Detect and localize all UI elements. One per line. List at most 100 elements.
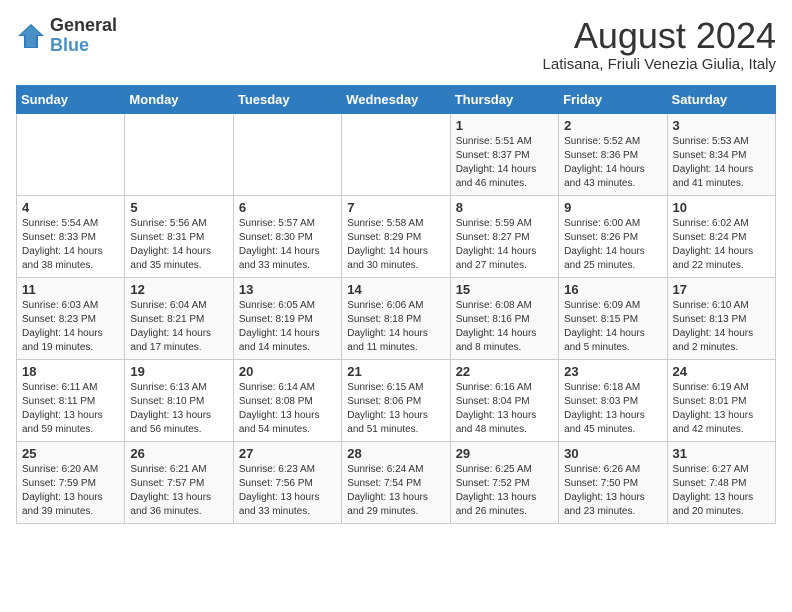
- calendar-cell: 17 Sunrise: 6:10 AM Sunset: 8:13 PM Dayli…: [667, 277, 775, 359]
- calendar-cell: 26 Sunrise: 6:21 AM Sunset: 7:57 PM Dayli…: [125, 441, 233, 523]
- day-info: Sunrise: 5:51 AM Sunset: 8:37 PM Dayligh…: [456, 135, 553, 191]
- calendar-week-row: 11 Sunrise: 6:03 AM Sunset: 8:23 PM Dayli…: [17, 277, 776, 359]
- calendar-cell: 24 Sunrise: 6:19 AM Sunset: 8:01 PM Dayli…: [667, 359, 775, 441]
- day-info: Sunrise: 6:20 AM Sunset: 7:59 PM Dayligh…: [22, 463, 119, 519]
- day-info: Sunrise: 6:24 AM Sunset: 7:54 PM Dayligh…: [347, 463, 444, 519]
- day-info: Sunrise: 5:59 AM Sunset: 8:27 PM Dayligh…: [456, 217, 553, 273]
- calendar-col-saturday: Saturday: [667, 85, 775, 113]
- calendar-cell: 12 Sunrise: 6:04 AM Sunset: 8:21 PM Dayli…: [125, 277, 233, 359]
- day-info: Sunrise: 6:19 AM Sunset: 8:01 PM Dayligh…: [673, 381, 770, 437]
- day-number: 17: [673, 282, 770, 297]
- calendar-cell: 21Sunrise: 6:15 AM Sunset: 8:06 PM Dayli…: [342, 359, 450, 441]
- day-number: 4: [22, 200, 119, 215]
- day-number: 22: [456, 364, 553, 379]
- logo-blue: Blue: [50, 35, 89, 55]
- day-info: Sunrise: 6:11 AM Sunset: 8:11 PM Dayligh…: [22, 381, 119, 437]
- calendar-cell: 31 Sunrise: 6:27 AM Sunset: 7:48 PM Dayli…: [667, 441, 775, 523]
- logo: General Blue: [16, 16, 117, 56]
- calendar-cell: 13 Sunrise: 6:05 AM Sunset: 8:19 PM Dayli…: [233, 277, 341, 359]
- day-number: 28: [347, 446, 444, 461]
- day-number: 14: [347, 282, 444, 297]
- day-info: Sunrise: 5:56 AM Sunset: 8:31 PM Dayligh…: [130, 217, 227, 273]
- day-info: Sunrise: 6:13 AM Sunset: 8:10 PM Dayligh…: [130, 381, 227, 437]
- day-number: 31: [673, 446, 770, 461]
- day-info: Sunrise: 6:10 AM Sunset: 8:13 PM Dayligh…: [673, 299, 770, 355]
- location-subtitle: Latisana, Friuli Venezia Giulia, Italy: [543, 56, 776, 73]
- day-number: 30: [564, 446, 661, 461]
- calendar-cell: 16 Sunrise: 6:09 AM Sunset: 8:15 PM Dayli…: [559, 277, 667, 359]
- calendar-week-row: 18Sunrise: 6:11 AM Sunset: 8:11 PM Dayli…: [17, 359, 776, 441]
- month-year-title: August 2024: [543, 16, 776, 56]
- day-info: Sunrise: 6:02 AM Sunset: 8:24 PM Dayligh…: [673, 217, 770, 273]
- day-info: Sunrise: 5:58 AM Sunset: 8:29 PM Dayligh…: [347, 217, 444, 273]
- day-info: Sunrise: 5:53 AM Sunset: 8:34 PM Dayligh…: [673, 135, 770, 191]
- calendar-cell: 7Sunrise: 5:58 AM Sunset: 8:29 PM Daylig…: [342, 195, 450, 277]
- day-info: Sunrise: 6:00 AM Sunset: 8:26 PM Dayligh…: [564, 217, 661, 273]
- day-info: Sunrise: 6:09 AM Sunset: 8:15 PM Dayligh…: [564, 299, 661, 355]
- day-number: 27: [239, 446, 336, 461]
- day-info: Sunrise: 5:57 AM Sunset: 8:30 PM Dayligh…: [239, 217, 336, 273]
- calendar-cell: 1 Sunrise: 5:51 AM Sunset: 8:37 PM Daylig…: [450, 113, 558, 195]
- day-info: Sunrise: 6:03 AM Sunset: 8:23 PM Dayligh…: [22, 299, 119, 355]
- calendar-cell: 2Sunrise: 5:52 AM Sunset: 8:36 PM Daylig…: [559, 113, 667, 195]
- day-number: 13: [239, 282, 336, 297]
- calendar-col-sunday: Sunday: [17, 85, 125, 113]
- calendar-cell: [125, 113, 233, 195]
- day-info: Sunrise: 5:54 AM Sunset: 8:33 PM Dayligh…: [22, 217, 119, 273]
- day-number: 12: [130, 282, 227, 297]
- calendar-col-thursday: Thursday: [450, 85, 558, 113]
- title-block: August 2024 Latisana, Friuli Venezia Giu…: [543, 16, 776, 73]
- calendar-cell: 4 Sunrise: 5:54 AM Sunset: 8:33 PM Daylig…: [17, 195, 125, 277]
- calendar-cell: 8Sunrise: 5:59 AM Sunset: 8:27 PM Daylig…: [450, 195, 558, 277]
- day-number: 2: [564, 118, 661, 133]
- logo-icon: [16, 22, 46, 50]
- day-info: Sunrise: 6:21 AM Sunset: 7:57 PM Dayligh…: [130, 463, 227, 519]
- calendar-cell: 15Sunrise: 6:08 AM Sunset: 8:16 PM Dayli…: [450, 277, 558, 359]
- calendar-cell: 5 Sunrise: 5:56 AM Sunset: 8:31 PM Daylig…: [125, 195, 233, 277]
- calendar-cell: 20Sunrise: 6:14 AM Sunset: 8:08 PM Dayli…: [233, 359, 341, 441]
- calendar-week-row: 1 Sunrise: 5:51 AM Sunset: 8:37 PM Daylig…: [17, 113, 776, 195]
- day-info: Sunrise: 6:14 AM Sunset: 8:08 PM Dayligh…: [239, 381, 336, 437]
- calendar-cell: 3 Sunrise: 5:53 AM Sunset: 8:34 PM Daylig…: [667, 113, 775, 195]
- day-number: 25: [22, 446, 119, 461]
- calendar-cell: 6 Sunrise: 5:57 AM Sunset: 8:30 PM Daylig…: [233, 195, 341, 277]
- calendar-cell: 18Sunrise: 6:11 AM Sunset: 8:11 PM Dayli…: [17, 359, 125, 441]
- calendar-week-row: 25 Sunrise: 6:20 AM Sunset: 7:59 PM Dayli…: [17, 441, 776, 523]
- calendar-cell: [17, 113, 125, 195]
- day-number: 5: [130, 200, 227, 215]
- day-number: 19: [130, 364, 227, 379]
- day-number: 24: [673, 364, 770, 379]
- day-info: Sunrise: 6:06 AM Sunset: 8:18 PM Dayligh…: [347, 299, 444, 355]
- day-info: Sunrise: 6:27 AM Sunset: 7:48 PM Dayligh…: [673, 463, 770, 519]
- day-number: 16: [564, 282, 661, 297]
- day-number: 10: [673, 200, 770, 215]
- calendar-cell: 28 Sunrise: 6:24 AM Sunset: 7:54 PM Dayli…: [342, 441, 450, 523]
- day-number: 6: [239, 200, 336, 215]
- calendar-col-friday: Friday: [559, 85, 667, 113]
- calendar-cell: 30Sunrise: 6:26 AM Sunset: 7:50 PM Dayli…: [559, 441, 667, 523]
- page-header: General Blue August 2024 Latisana, Friul…: [16, 16, 776, 73]
- day-number: 15: [456, 282, 553, 297]
- calendar-header-row: SundayMondayTuesdayWednesdayThursdayFrid…: [17, 85, 776, 113]
- day-info: Sunrise: 6:04 AM Sunset: 8:21 PM Dayligh…: [130, 299, 227, 355]
- day-number: 26: [130, 446, 227, 461]
- day-number: 9: [564, 200, 661, 215]
- calendar-cell: 22 Sunrise: 6:16 AM Sunset: 8:04 PM Dayli…: [450, 359, 558, 441]
- day-number: 1: [456, 118, 553, 133]
- day-number: 29: [456, 446, 553, 461]
- day-info: Sunrise: 6:16 AM Sunset: 8:04 PM Dayligh…: [456, 381, 553, 437]
- day-info: Sunrise: 6:05 AM Sunset: 8:19 PM Dayligh…: [239, 299, 336, 355]
- calendar-cell: 19 Sunrise: 6:13 AM Sunset: 8:10 PM Dayli…: [125, 359, 233, 441]
- day-number: 3: [673, 118, 770, 133]
- calendar-cell: 10 Sunrise: 6:02 AM Sunset: 8:24 PM Dayli…: [667, 195, 775, 277]
- day-number: 23: [564, 364, 661, 379]
- calendar-col-monday: Monday: [125, 85, 233, 113]
- calendar-cell: [233, 113, 341, 195]
- calendar-cell: 9 Sunrise: 6:00 AM Sunset: 8:26 PM Daylig…: [559, 195, 667, 277]
- logo-text: General Blue: [50, 16, 117, 56]
- calendar-col-wednesday: Wednesday: [342, 85, 450, 113]
- day-info: Sunrise: 6:18 AM Sunset: 8:03 PM Dayligh…: [564, 381, 661, 437]
- day-number: 11: [22, 282, 119, 297]
- calendar-cell: 25 Sunrise: 6:20 AM Sunset: 7:59 PM Dayli…: [17, 441, 125, 523]
- day-info: Sunrise: 6:23 AM Sunset: 7:56 PM Dayligh…: [239, 463, 336, 519]
